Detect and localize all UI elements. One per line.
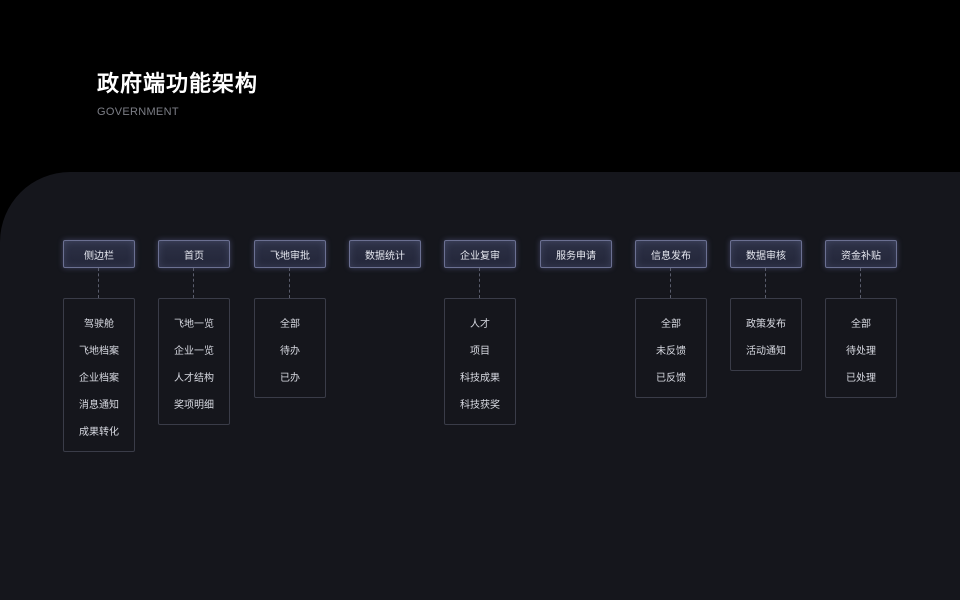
sub-feature-box: 人才 项目 科技成果 科技获奖 xyxy=(444,298,516,425)
sub-feature-box: 驾驶舱 飞地档案 企业档案 消息通知 成果转化 xyxy=(63,298,135,452)
sub-feature-item[interactable]: 政策发布 xyxy=(731,311,801,338)
sub-feature-item[interactable]: 已反馈 xyxy=(636,365,706,392)
sub-feature-item[interactable]: 已办 xyxy=(255,365,325,392)
module-header[interactable]: 资金补贴 xyxy=(825,240,897,268)
module-header[interactable]: 飞地审批 xyxy=(254,240,326,268)
module-column: 信息发布全部 未反馈 已反馈 xyxy=(635,240,707,398)
sub-feature-box: 政策发布 活动通知 xyxy=(730,298,802,371)
sub-feature-box: 全部 待办 已办 xyxy=(254,298,326,398)
sub-feature-box: 飞地一览 企业一览 人才结构 奖项明细 xyxy=(158,298,230,425)
module-header[interactable]: 侧边栏 xyxy=(63,240,135,268)
page-title: 政府端功能架构 xyxy=(97,72,259,97)
sub-feature-item[interactable]: 全部 xyxy=(255,311,325,338)
dashed-connector xyxy=(289,268,290,298)
sub-feature-item[interactable]: 活动通知 xyxy=(731,338,801,365)
dashed-connector xyxy=(860,268,861,298)
dashed-connector xyxy=(765,268,766,298)
module-column: 侧边栏驾驶舱 飞地档案 企业档案 消息通知 成果转化 xyxy=(63,240,135,452)
sub-feature-item[interactable]: 待办 xyxy=(255,338,325,365)
module-column: 飞地审批全部 待办 已办 xyxy=(254,240,326,398)
sub-feature-box: 全部 待处理 已处理 xyxy=(825,298,897,398)
dashed-connector xyxy=(670,268,671,298)
module-header[interactable]: 服务申请 xyxy=(540,240,612,268)
sub-feature-item[interactable]: 企业一览 xyxy=(159,338,229,365)
page-subtitle: GOVERNMENT xyxy=(97,106,179,118)
dashed-connector xyxy=(479,268,480,298)
sub-feature-item[interactable]: 人才 xyxy=(445,311,515,338)
module-column: 服务申请 xyxy=(540,240,612,268)
sub-feature-item[interactable]: 奖项明细 xyxy=(159,392,229,419)
module-header[interactable]: 首页 xyxy=(158,240,230,268)
dashed-connector xyxy=(98,268,99,298)
module-column: 资金补贴全部 待处理 已处理 xyxy=(825,240,897,398)
sub-feature-item[interactable]: 企业档案 xyxy=(64,365,134,392)
module-column: 企业复审人才 项目 科技成果 科技获奖 xyxy=(444,240,516,425)
module-column: 数据审核政策发布 活动通知 xyxy=(730,240,802,371)
sub-feature-item[interactable]: 成果转化 xyxy=(64,419,134,446)
sub-feature-item[interactable]: 全部 xyxy=(826,311,896,338)
sub-feature-item[interactable]: 驾驶舱 xyxy=(64,311,134,338)
module-column: 数据统计 xyxy=(349,240,421,268)
module-column: 首页飞地一览 企业一览 人才结构 奖项明细 xyxy=(158,240,230,425)
module-header[interactable]: 企业复审 xyxy=(444,240,516,268)
sub-feature-item[interactable]: 飞地档案 xyxy=(64,338,134,365)
sub-feature-item[interactable]: 科技成果 xyxy=(445,365,515,392)
sub-feature-item[interactable]: 人才结构 xyxy=(159,365,229,392)
sub-feature-box: 全部 未反馈 已反馈 xyxy=(635,298,707,398)
sub-feature-item[interactable]: 飞地一览 xyxy=(159,311,229,338)
module-header[interactable]: 数据统计 xyxy=(349,240,421,268)
sub-feature-item[interactable]: 科技获奖 xyxy=(445,392,515,419)
module-header[interactable]: 数据审核 xyxy=(730,240,802,268)
dashed-connector xyxy=(193,268,194,298)
sub-feature-item[interactable]: 已处理 xyxy=(826,365,896,392)
sub-feature-item[interactable]: 未反馈 xyxy=(636,338,706,365)
sub-feature-item[interactable]: 项目 xyxy=(445,338,515,365)
sub-feature-item[interactable]: 全部 xyxy=(636,311,706,338)
sub-feature-item[interactable]: 消息通知 xyxy=(64,392,134,419)
sub-feature-item[interactable]: 待处理 xyxy=(826,338,896,365)
module-header[interactable]: 信息发布 xyxy=(635,240,707,268)
